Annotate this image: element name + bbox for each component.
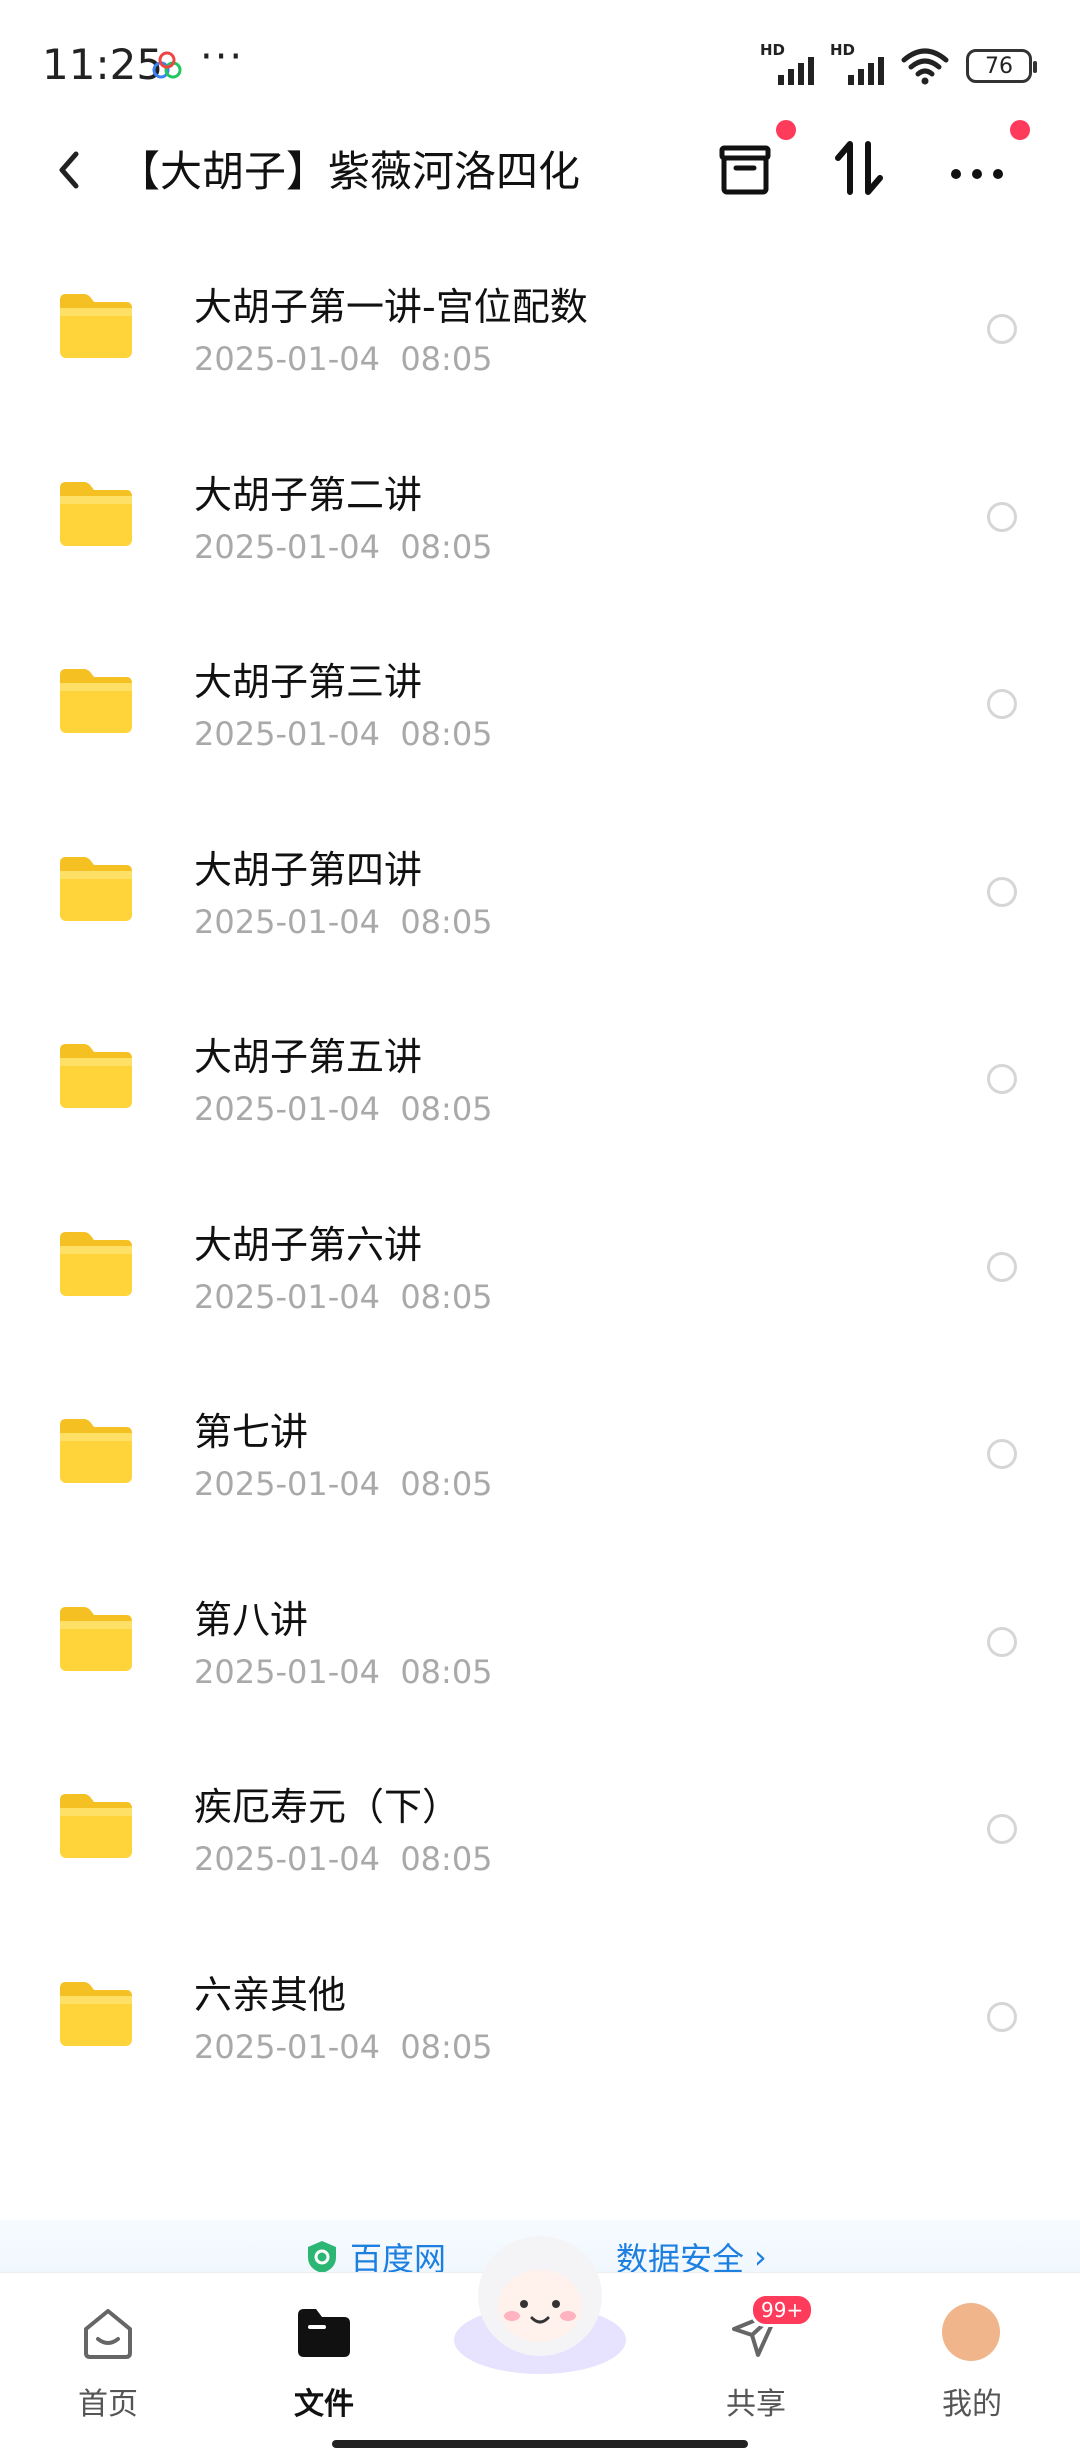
list-item[interactable]: 大胡子第四讲 2025-01-04 08:05 xyxy=(0,799,1080,987)
select-checkbox[interactable] xyxy=(987,1251,1017,1282)
folder-icon xyxy=(60,856,132,921)
folder-name: 大胡子第四讲 xyxy=(194,847,423,892)
select-checkbox[interactable] xyxy=(987,2001,1017,2032)
status-bar: 11:25 ··· HD HD 76 xyxy=(0,0,1080,130)
folder-icon xyxy=(60,669,132,733)
file-list: 大胡子第一讲-宫位配数 2025-01-04 08:05 大胡子第二讲 2025… xyxy=(0,236,1080,2111)
nav-files[interactable]: 文件 xyxy=(264,2293,384,2422)
list-item[interactable]: 大胡子第二讲 2025-01-04 08:05 xyxy=(0,424,1080,612)
folder-name: 第七讲 xyxy=(194,1410,309,1454)
folder-name: 六亲其他 xyxy=(194,1972,347,2017)
folder-name: 大胡子第二讲 xyxy=(194,472,423,517)
list-item[interactable]: 大胡子第一讲-宫位配数 2025-01-04 08:05 xyxy=(0,236,1080,424)
folder-date: 2025-01-04 08:05 xyxy=(194,340,493,378)
select-checkbox[interactable] xyxy=(987,876,1017,907)
folder-icon xyxy=(60,1419,132,1483)
folder-name: 第八讲 xyxy=(194,1597,309,1642)
folder-name: 大胡子第六讲 xyxy=(194,1222,423,1267)
nav-share-label: 共享 xyxy=(726,2387,786,2422)
select-checkbox[interactable] xyxy=(987,501,1017,532)
folder-name: 大胡子第三讲 xyxy=(194,660,423,704)
signal-icon: HD xyxy=(830,41,884,89)
status-more-icon: ··· xyxy=(200,34,245,80)
wifi-icon xyxy=(901,48,949,85)
list-item[interactable]: 大胡子第三讲 2025-01-04 08:05 xyxy=(0,611,1080,799)
list-item[interactable]: 大胡子第五讲 2025-01-04 08:05 xyxy=(0,986,1080,1174)
nav-share[interactable]: 99+ 共享 xyxy=(696,2293,816,2422)
folder-date: 2025-01-04 08:05 xyxy=(194,1652,493,1691)
nav-files-label: 文件 xyxy=(294,2387,354,2422)
shield-icon xyxy=(308,2241,336,2273)
sort-icon[interactable] xyxy=(824,134,894,204)
folder-date: 2025-01-04 08:05 xyxy=(194,527,493,566)
list-item[interactable]: 第八讲 2025-01-04 08:05 xyxy=(0,1549,1080,1737)
select-checkbox[interactable] xyxy=(987,1814,1017,1844)
status-time: 11:25 xyxy=(42,40,164,89)
header: 【大胡子】紫薇河洛四化 xyxy=(0,120,1080,220)
notification-dot xyxy=(776,120,796,140)
folder-date: 2025-01-04 08:05 xyxy=(194,1840,493,1878)
folder-date: 2025-01-04 08:05 xyxy=(194,1465,493,1503)
folder-date: 2025-01-04 08:05 xyxy=(194,1277,493,1316)
folder-date: 2025-01-04 08:05 xyxy=(194,902,493,941)
folder-name: 大胡子第五讲 xyxy=(194,1035,423,1079)
avatar xyxy=(942,2303,1000,2361)
folder-icon xyxy=(298,2309,350,2357)
chevron-right-icon: › xyxy=(754,2238,767,2276)
folder-icon xyxy=(60,1981,132,2046)
folder-icon xyxy=(60,1044,132,1108)
page-title: 【大胡子】紫薇河洛四化 xyxy=(118,147,581,196)
nav-home-label: 首页 xyxy=(78,2387,138,2422)
select-checkbox[interactable] xyxy=(987,1064,1017,1094)
list-item[interactable]: 第七讲 2025-01-04 08:05 xyxy=(0,1361,1080,1549)
archive-icon[interactable] xyxy=(710,134,780,204)
home-icon xyxy=(84,2309,132,2359)
battery-icon: 76 xyxy=(966,49,1037,83)
folder-date: 2025-01-04 08:05 xyxy=(194,1090,493,1128)
notification-dot xyxy=(1010,120,1030,140)
folder-icon xyxy=(60,294,132,358)
nav-home[interactable]: 首页 xyxy=(48,2293,168,2422)
folder-date: 2025-01-04 08:05 xyxy=(194,715,493,753)
list-item[interactable]: 大胡子第六讲 2025-01-04 08:05 xyxy=(0,1174,1080,1362)
baidu-netdisk-icon xyxy=(152,51,182,79)
folder-icon xyxy=(60,481,132,546)
back-icon[interactable] xyxy=(42,140,102,200)
folder-name: 疾厄寿元（下） xyxy=(194,1785,461,1829)
list-item[interactable]: 疾厄寿元（下） 2025-01-04 08:05 xyxy=(0,1736,1080,1924)
select-checkbox[interactable] xyxy=(987,689,1017,719)
mascot-assistant-icon[interactable] xyxy=(444,2222,636,2382)
home-indicator[interactable] xyxy=(332,2440,748,2448)
select-checkbox[interactable] xyxy=(987,1626,1017,1657)
folder-name: 大胡子第一讲-宫位配数 xyxy=(194,285,588,329)
nav-me[interactable]: 我的 xyxy=(912,2293,1032,2422)
select-checkbox[interactable] xyxy=(987,314,1017,344)
share-badge: 99+ xyxy=(750,2293,815,2327)
folder-icon xyxy=(60,1231,132,1296)
list-item[interactable]: 六亲其他 2025-01-04 08:05 xyxy=(0,1924,1080,2112)
folder-icon xyxy=(60,1794,132,1858)
signal-icon: HD xyxy=(760,41,814,89)
nav-me-label: 我的 xyxy=(942,2387,1002,2422)
more-icon[interactable] xyxy=(942,134,1012,204)
folder-icon xyxy=(60,1606,132,1671)
folder-date: 2025-01-04 08:05 xyxy=(194,2027,493,2066)
select-checkbox[interactable] xyxy=(987,1439,1017,1469)
